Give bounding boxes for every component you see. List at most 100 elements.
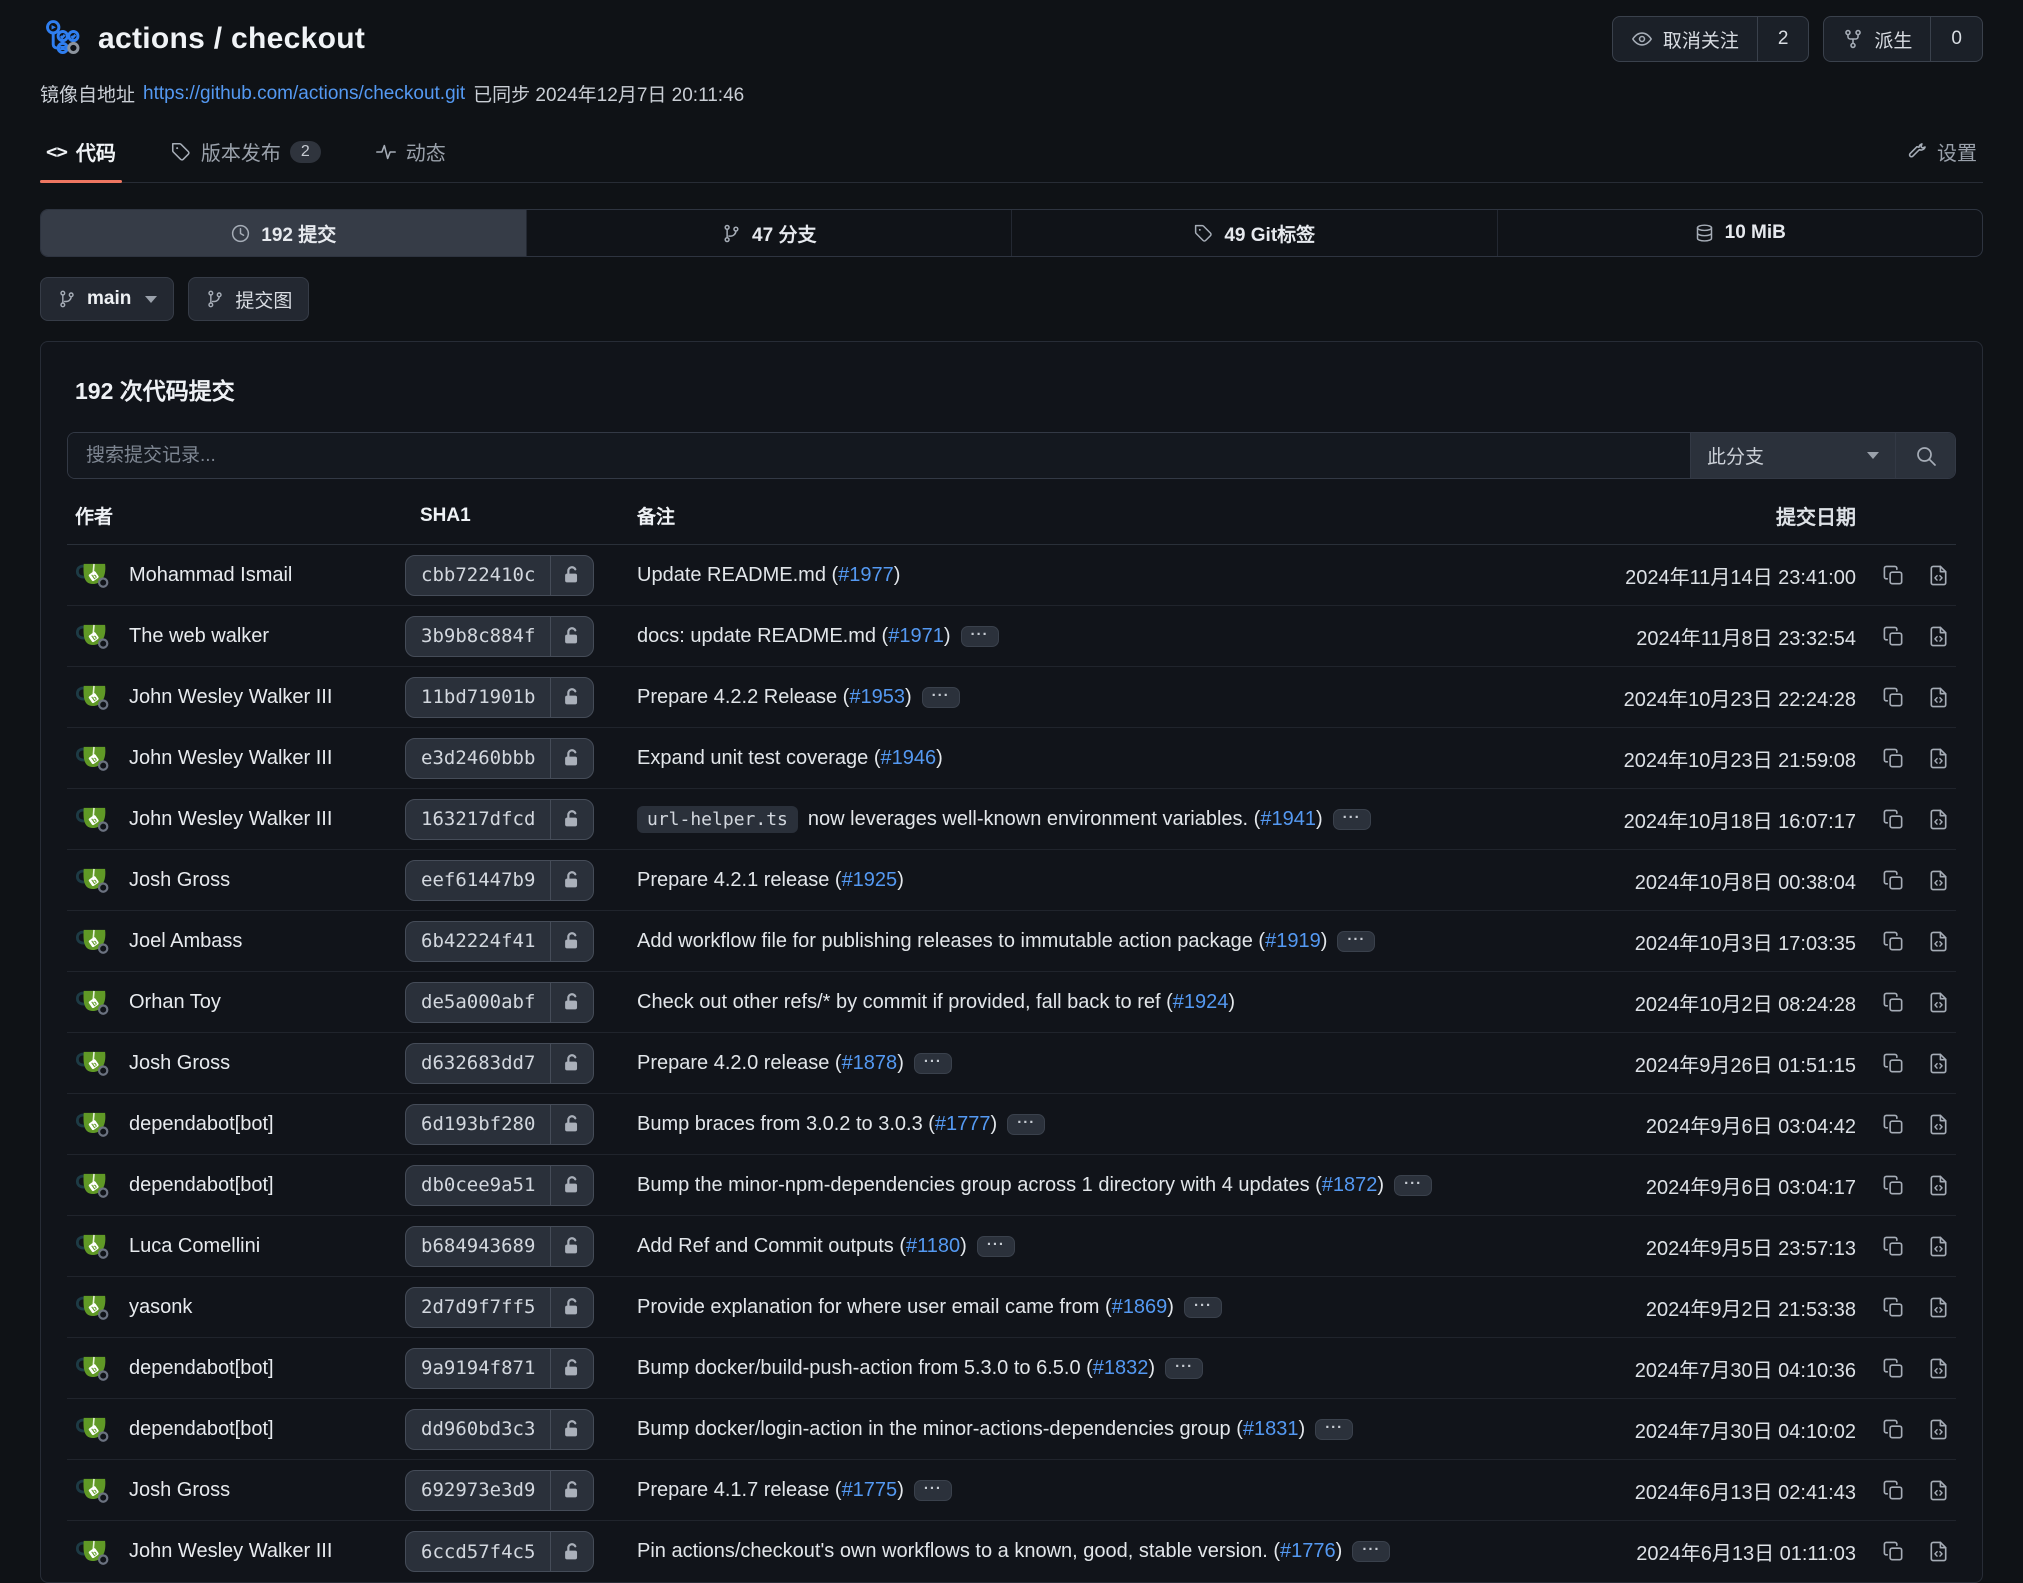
commit-sha[interactable]: de5a000abf xyxy=(406,991,550,1013)
commit-message[interactable]: Add Ref and Commit outputs (#1180) xyxy=(637,1235,967,1258)
commit-sha[interactable]: db0cee9a51 xyxy=(406,1174,550,1196)
commit-author-name[interactable]: Mohammad Ismail xyxy=(129,564,292,587)
avatar[interactable]: b xyxy=(75,1410,113,1448)
copy-sha-icon[interactable] xyxy=(1882,1174,1905,1197)
expand-commit-button[interactable]: ··· xyxy=(977,1236,1015,1257)
commit-author-name[interactable]: dependabot[bot] xyxy=(129,1174,274,1197)
pr-link[interactable]: #1924 xyxy=(1173,991,1229,1013)
commit-sha[interactable]: eef61447b9 xyxy=(406,869,550,891)
commit-message[interactable]: Add workflow file for publishing release… xyxy=(637,930,1327,953)
browse-source-icon[interactable] xyxy=(1927,1540,1950,1563)
tab-settings[interactable]: 设置 xyxy=(1900,127,1983,182)
search-button[interactable] xyxy=(1895,433,1955,478)
avatar[interactable]: b xyxy=(75,1044,113,1082)
pr-link[interactable]: #1180 xyxy=(906,1235,960,1257)
commit-author-name[interactable]: Josh Gross xyxy=(129,869,230,892)
commit-author-name[interactable]: John Wesley Walker III xyxy=(129,686,332,709)
expand-commit-button[interactable]: ··· xyxy=(1184,1297,1222,1318)
expand-commit-button[interactable]: ··· xyxy=(1007,1114,1045,1135)
commit-message[interactable]: Check out other refs/* by commit if prov… xyxy=(637,991,1235,1014)
browse-source-icon[interactable] xyxy=(1927,747,1950,770)
commit-sha-button[interactable]: 6b42224f41 xyxy=(405,921,594,962)
pr-link[interactable]: #1832 xyxy=(1093,1357,1149,1379)
mirror-url-link[interactable]: https://github.com/actions/checkout.git xyxy=(143,83,465,105)
commit-sha-button[interactable]: 3b9b8c884f xyxy=(405,616,594,657)
expand-commit-button[interactable]: ··· xyxy=(1165,1358,1203,1379)
commit-sha-button[interactable]: cbb722410c xyxy=(405,555,594,596)
commit-sha-button[interactable]: eef61447b9 xyxy=(405,860,594,901)
commit-sha-button[interactable]: d632683dd7 xyxy=(405,1043,594,1084)
commit-sha-button[interactable]: e3d2460bbb xyxy=(405,738,594,779)
copy-sha-icon[interactable] xyxy=(1882,1113,1905,1136)
pr-link[interactable]: #1831 xyxy=(1243,1418,1299,1440)
avatar[interactable]: b xyxy=(75,1349,113,1387)
search-input[interactable] xyxy=(68,433,1690,478)
commit-author-name[interactable]: yasonk xyxy=(129,1296,192,1319)
commit-author-name[interactable]: Josh Gross xyxy=(129,1479,230,1502)
expand-commit-button[interactable]: ··· xyxy=(914,1480,952,1501)
copy-sha-icon[interactable] xyxy=(1882,747,1905,770)
stat-size[interactable]: 10 MiB xyxy=(1498,210,1983,256)
copy-sha-icon[interactable] xyxy=(1882,808,1905,831)
copy-sha-icon[interactable] xyxy=(1882,930,1905,953)
expand-commit-button[interactable]: ··· xyxy=(914,1053,952,1074)
copy-sha-icon[interactable] xyxy=(1882,1418,1905,1441)
pr-link[interactable]: #1941 xyxy=(1260,808,1316,830)
commit-sha[interactable]: 692973e3d9 xyxy=(406,1479,550,1501)
browse-source-icon[interactable] xyxy=(1927,1174,1950,1197)
browse-source-icon[interactable] xyxy=(1927,991,1950,1014)
commit-sha-button[interactable]: 6d193bf280 xyxy=(405,1104,594,1145)
avatar[interactable]: b xyxy=(75,739,113,777)
commit-message[interactable]: Bump the minor-npm-dependencies group ac… xyxy=(637,1174,1384,1197)
commit-sha[interactable]: cbb722410c xyxy=(406,564,550,586)
commit-sha-button[interactable]: 6ccd57f4c5 xyxy=(405,1531,594,1572)
commit-author-name[interactable]: Joel Ambass xyxy=(129,930,242,953)
pr-link[interactable]: #1872 xyxy=(1322,1174,1378,1196)
pr-link[interactable]: #1777 xyxy=(935,1113,991,1135)
copy-sha-icon[interactable] xyxy=(1882,686,1905,709)
browse-source-icon[interactable] xyxy=(1927,1357,1950,1380)
branch-filter-select[interactable]: 此分支 xyxy=(1690,433,1895,478)
commit-message[interactable]: Prepare 4.2.0 release (#1878) xyxy=(637,1052,904,1075)
commit-sha[interactable]: 3b9b8c884f xyxy=(406,625,550,647)
commit-author-name[interactable]: dependabot[bot] xyxy=(129,1357,274,1380)
browse-source-icon[interactable] xyxy=(1927,930,1950,953)
avatar[interactable]: b xyxy=(75,1166,113,1204)
commit-message[interactable]: Prepare 4.2.1 release (#1925) xyxy=(637,869,904,892)
pr-link[interactable]: #1776 xyxy=(1280,1540,1336,1562)
commit-author-name[interactable]: The web walker xyxy=(129,625,269,648)
avatar[interactable]: b xyxy=(75,1471,113,1509)
commit-sha-button[interactable]: dd960bd3c3 xyxy=(405,1409,594,1450)
avatar[interactable]: b xyxy=(75,617,113,655)
tab-code[interactable]: <> 代码 xyxy=(40,127,122,182)
commit-message[interactable]: docs: update README.md (#1971) xyxy=(637,625,951,648)
commit-sha-button[interactable]: 692973e3d9 xyxy=(405,1470,594,1511)
avatar[interactable]: b xyxy=(75,1288,113,1326)
commit-sha[interactable]: b684943689 xyxy=(406,1235,550,1257)
avatar[interactable]: b xyxy=(75,556,113,594)
stat-branches[interactable]: 47 分支 xyxy=(527,210,1013,256)
copy-sha-icon[interactable] xyxy=(1882,1540,1905,1563)
tab-releases[interactable]: 版本发布 2 xyxy=(164,127,327,182)
stat-tags[interactable]: 49 Git标签 xyxy=(1012,210,1498,256)
commit-message[interactable]: now leverages well-known environment var… xyxy=(808,808,1323,831)
commit-sha[interactable]: d632683dd7 xyxy=(406,1052,550,1074)
browse-source-icon[interactable] xyxy=(1927,686,1950,709)
expand-commit-button[interactable]: ··· xyxy=(1394,1175,1432,1196)
commit-sha[interactable]: 163217dfcd xyxy=(406,808,550,830)
copy-sha-icon[interactable] xyxy=(1882,564,1905,587)
commit-sha-button[interactable]: db0cee9a51 xyxy=(405,1165,594,1206)
copy-sha-icon[interactable] xyxy=(1882,1235,1905,1258)
avatar[interactable]: b xyxy=(75,983,113,1021)
commit-message[interactable]: Bump braces from 3.0.2 to 3.0.3 (#1777) xyxy=(637,1113,997,1136)
avatar[interactable]: b xyxy=(75,1533,113,1571)
commit-message[interactable]: Bump docker/login-action in the minor-ac… xyxy=(637,1418,1305,1441)
stat-commits[interactable]: 192 提交 xyxy=(41,210,527,256)
commit-sha[interactable]: e3d2460bbb xyxy=(406,747,550,769)
browse-source-icon[interactable] xyxy=(1927,1418,1950,1441)
commit-author-name[interactable]: Orhan Toy xyxy=(129,991,221,1014)
commit-message[interactable]: Prepare 4.1.7 release (#1775) xyxy=(637,1479,904,1502)
tab-activity[interactable]: 动态 xyxy=(369,127,452,182)
expand-commit-button[interactable]: ··· xyxy=(1337,931,1375,952)
commit-sha[interactable]: 6d193bf280 xyxy=(406,1113,550,1135)
